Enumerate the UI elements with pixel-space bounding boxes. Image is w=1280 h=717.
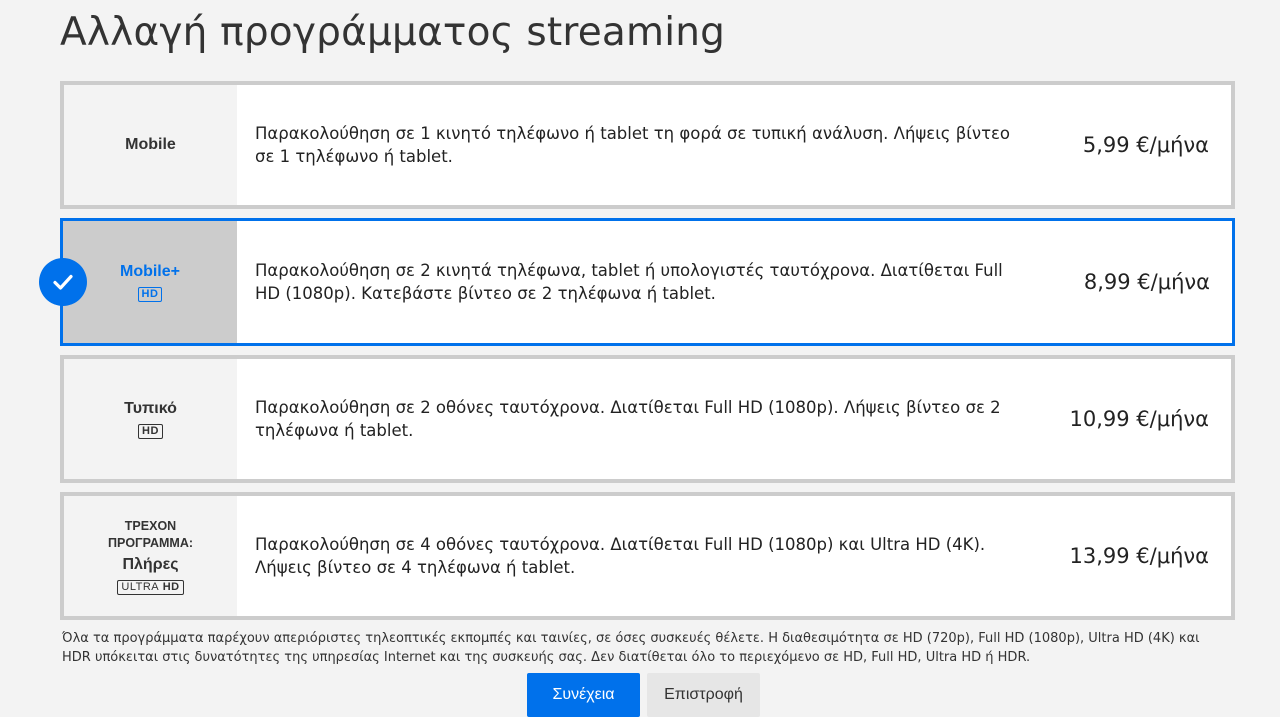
- plans-footnote: Όλα τα προγράμματα παρέχουν απεριόριστες…: [62, 631, 1200, 665]
- plan-price: 8,99 €/μήνα: [1083, 270, 1210, 294]
- plan-description: Παρακολούθηση σε 2 κινητά τηλέφωνα, tabl…: [255, 261, 1003, 303]
- ultra-hd-badge-suffix: HD: [162, 580, 180, 593]
- plan-price: 13,99 €/μήνα: [1069, 544, 1209, 568]
- plan-name-column: ΤΡΕΧΟΝ ΠΡΟΓΡΑΜΜΑ: Πλήρες ULTRA HD: [64, 496, 237, 616]
- hd-badge: HD: [137, 286, 163, 302]
- continue-button[interactable]: Συνέχεια: [527, 673, 640, 717]
- plan-price: 10,99 €/μήνα: [1069, 407, 1209, 431]
- plan-name-column: Mobile+ HD: [63, 221, 237, 343]
- action-buttons: Συνέχεια Επιστροφή: [527, 673, 760, 717]
- ultra-hd-badge-prefix: ULTRA: [121, 580, 160, 593]
- plan-name: Mobile: [125, 136, 176, 153]
- plan-option-mobile-plus[interactable]: Mobile+ HD Παρακολούθηση σε 2 κινητά τηλ…: [39, 218, 1235, 346]
- plan-option-standard[interactable]: Τυπικό HD Παρακολούθηση σε 2 οθόνες ταυτ…: [60, 355, 1235, 483]
- plan-description: Παρακολούθηση σε 2 οθόνες ταυτόχρονα. Δι…: [255, 398, 1001, 440]
- plan-description: Παρακολούθηση σε 1 κινητό τηλέφωνο ή tab…: [255, 124, 1011, 166]
- plan-option-mobile[interactable]: Mobile Παρακολούθηση σε 1 κινητό τηλέφων…: [60, 81, 1235, 209]
- ultra-hd-badge: ULTRA HD: [117, 579, 184, 595]
- plan-name: Mobile+: [119, 262, 180, 280]
- plan-name: Πλήρες: [122, 555, 179, 573]
- plan-name: Τυπικό: [124, 399, 177, 417]
- back-button[interactable]: Επιστροφή: [647, 673, 760, 717]
- current-plan-label: ΤΡΕΧΟΝ ΠΡΟΓΡΑΜΜΑ:: [107, 518, 194, 550]
- plan-name-column: Mobile: [64, 85, 237, 205]
- plan-description: Παρακολούθηση σε 4 οθόνες ταυτόχρονα. Δι…: [255, 535, 986, 577]
- plan-price: 5,99 €/μήνα: [1082, 133, 1209, 157]
- plan-name-column: Τυπικό HD: [64, 359, 237, 479]
- checkmark-icon: [39, 258, 87, 306]
- plan-list: Mobile Παρακολούθηση σε 1 κινητό τηλέφων…: [39, 81, 1235, 629]
- hd-badge: HD: [138, 423, 163, 439]
- page-title: Αλλαγή προγράμματος streaming: [60, 10, 726, 55]
- plan-option-premium[interactable]: ΤΡΕΧΟΝ ΠΡΟΓΡΑΜΜΑ: Πλήρες ULTRA HD Παρακο…: [60, 492, 1235, 620]
